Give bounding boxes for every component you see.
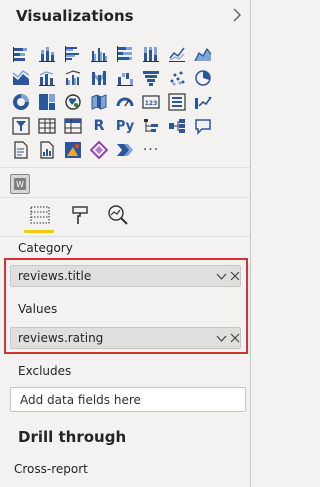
power-automate-icon[interactable] xyxy=(112,138,138,162)
drill-through-heading: Drill through xyxy=(18,428,127,446)
map-icon[interactable] xyxy=(60,90,86,114)
area-chart-icon[interactable] xyxy=(190,42,216,66)
smart-narrative-icon[interactable] xyxy=(8,138,34,162)
excludes-drop-zone[interactable]: Add data fields here xyxy=(10,387,246,412)
matrix-icon[interactable] xyxy=(60,114,86,138)
funnel-chart-icon[interactable] xyxy=(138,66,164,90)
line-chart-icon[interactable] xyxy=(164,42,190,66)
remove-field-icon[interactable] xyxy=(230,333,240,343)
ribbon-chart-icon[interactable] xyxy=(86,66,112,90)
treemap-icon[interactable] xyxy=(34,90,60,114)
cross-report-label: Cross-report xyxy=(14,462,88,476)
chevron-down-icon[interactable] xyxy=(216,333,227,344)
excludes-placeholder: Add data fields here xyxy=(20,393,141,407)
qa-icon[interactable] xyxy=(190,114,216,138)
card-icon[interactable]: 123 xyxy=(138,90,164,114)
clustered-column-chart-icon[interactable] xyxy=(86,42,112,66)
excludes-well-label: Excludes xyxy=(18,364,72,378)
visual-gallery-row: R Py xyxy=(8,114,228,138)
gallery-bottom-divider xyxy=(0,197,250,198)
analytics-tab[interactable] xyxy=(104,202,132,228)
chevron-down-icon[interactable] xyxy=(216,271,227,282)
category-well-label: Category xyxy=(18,241,73,255)
filled-map-icon[interactable] xyxy=(86,90,112,114)
pie-chart-icon[interactable] xyxy=(190,66,216,90)
svg-text:123: 123 xyxy=(145,100,158,107)
table-icon[interactable] xyxy=(34,114,60,138)
more-visuals-icon[interactable]: ··· xyxy=(138,138,164,162)
line-and-clustered-column-icon[interactable] xyxy=(60,66,86,90)
paginated-report-icon[interactable] xyxy=(34,138,60,162)
category-field-value: reviews.title xyxy=(18,269,92,283)
values-field[interactable]: reviews.rating xyxy=(10,327,241,349)
visual-gallery-row: 123 xyxy=(8,90,228,114)
100-stacked-bar-chart-icon[interactable] xyxy=(112,42,138,66)
multi-row-card-icon[interactable] xyxy=(164,90,190,114)
analytics-magnifier-icon xyxy=(108,205,128,225)
kpi-icon[interactable] xyxy=(190,90,216,114)
custom-visual-label: W xyxy=(14,178,26,190)
stacked-column-chart-icon[interactable] xyxy=(34,42,60,66)
power-apps-icon[interactable] xyxy=(86,138,112,162)
remove-field-icon[interactable] xyxy=(230,271,240,281)
waterfall-chart-icon[interactable] xyxy=(112,66,138,90)
clustered-bar-chart-icon[interactable] xyxy=(60,42,86,66)
decomposition-tree-icon[interactable] xyxy=(164,114,190,138)
gauge-icon[interactable] xyxy=(112,90,138,114)
visual-gallery-row xyxy=(8,42,228,66)
line-and-stacked-column-icon[interactable] xyxy=(34,66,60,90)
python-visual-icon[interactable]: Py xyxy=(112,114,138,138)
key-influencers-icon[interactable] xyxy=(138,114,164,138)
donut-chart-icon[interactable] xyxy=(8,90,34,114)
scatter-chart-icon[interactable] xyxy=(164,66,190,90)
format-visual-tab[interactable] xyxy=(66,202,94,228)
active-tab-indicator xyxy=(24,230,54,233)
values-well-label: Values xyxy=(18,302,58,316)
stacked-bar-chart-icon[interactable] xyxy=(8,42,34,66)
visual-gallery-row xyxy=(8,66,228,90)
fields-grid-icon xyxy=(30,206,50,224)
visual-gallery: 123 R Py ··· xyxy=(8,42,228,162)
build-visual-tab[interactable] xyxy=(26,202,54,228)
arcgis-map-icon[interactable] xyxy=(60,138,86,162)
visual-gallery-row: ··· xyxy=(8,138,228,162)
pane-title: Visualizations xyxy=(16,7,134,25)
stacked-area-chart-icon[interactable] xyxy=(8,66,34,90)
slicer-icon[interactable] xyxy=(8,114,34,138)
custom-visual-icon[interactable]: W xyxy=(10,174,30,194)
100-stacked-column-chart-icon[interactable] xyxy=(138,42,164,66)
pane-divider xyxy=(250,0,251,487)
r-visual-icon[interactable]: R xyxy=(86,114,112,138)
gallery-divider xyxy=(0,167,250,168)
values-field-value: reviews.rating xyxy=(18,331,104,345)
category-field[interactable]: reviews.title xyxy=(10,265,241,287)
pane-tabs xyxy=(22,202,142,234)
collapse-pane-chevron-icon[interactable] xyxy=(231,8,243,22)
tabs-divider xyxy=(0,236,250,237)
paint-roller-icon xyxy=(72,206,88,224)
